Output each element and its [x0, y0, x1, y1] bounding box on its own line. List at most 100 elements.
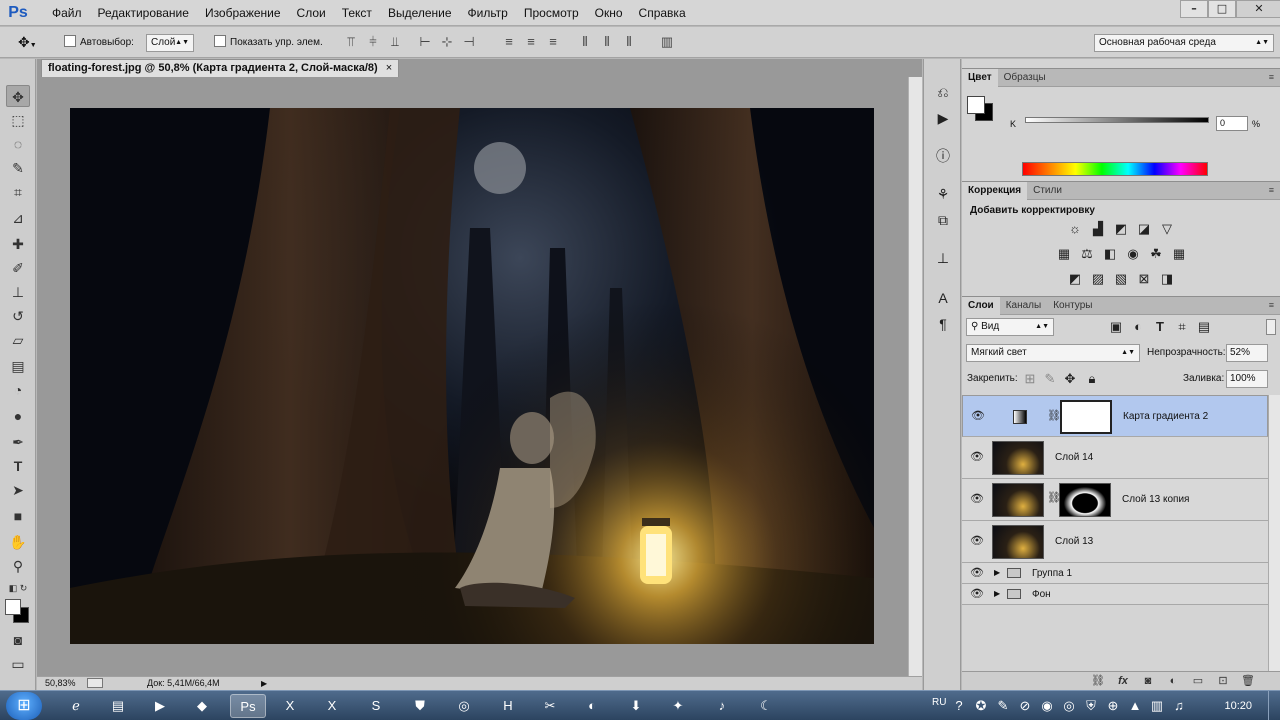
- photoshop-taskbar-icon[interactable]: Ps: [230, 694, 266, 718]
- tab-swatches[interactable]: Образцы: [998, 69, 1052, 87]
- vertical-scrollbar[interactable]: [908, 77, 922, 684]
- filter-shape-icon[interactable]: ⌗: [1174, 319, 1190, 335]
- tray-icon-7[interactable]: ⊕: [1104, 694, 1122, 718]
- tray-icon-1[interactable]: ✪: [972, 694, 990, 718]
- brush-presets-icon[interactable]: ⚘: [931, 183, 955, 205]
- exposure-icon[interactable]: ◪: [1136, 221, 1152, 237]
- skype-icon[interactable]: S: [358, 694, 394, 718]
- maximize-button[interactable]: □: [1208, 0, 1236, 18]
- chrome-icon[interactable]: ◎: [446, 694, 482, 718]
- layer-row-group-1[interactable]: 👁︎ ▶ Группа 1: [962, 563, 1268, 584]
- tab-layers[interactable]: Слои: [962, 297, 1000, 315]
- status-preview-icon[interactable]: [87, 678, 103, 688]
- actions-panel-icon[interactable]: ▶: [931, 107, 955, 129]
- quick-selection-tool-icon[interactable]: ✎: [6, 157, 30, 179]
- tab-paths[interactable]: Контуры: [1047, 297, 1098, 315]
- media-player-icon[interactable]: ▶: [142, 694, 178, 718]
- distribute-right-icon[interactable]: ⦀: [622, 35, 636, 49]
- layer-row-background[interactable]: 👁︎ ▶ Фон: [962, 584, 1268, 605]
- adjustments-panel-menu-icon[interactable]: ≡: [1269, 185, 1274, 195]
- filter-pixel-icon[interactable]: ▣: [1108, 319, 1124, 335]
- threshold-icon[interactable]: ▧: [1113, 271, 1129, 287]
- zoom-tool-icon[interactable]: ⚲: [6, 555, 30, 577]
- zoom-level[interactable]: 50,83%: [45, 677, 76, 690]
- pen-tool-icon[interactable]: ✒: [6, 431, 30, 453]
- group-expand-icon[interactable]: ▶: [994, 568, 1000, 577]
- lock-position-icon[interactable]: ✥: [1062, 371, 1078, 387]
- start-button[interactable]: ⊞: [6, 692, 42, 720]
- menu-filter[interactable]: Фильтр: [460, 0, 516, 26]
- lock-all-icon[interactable]: 🔒︎: [1084, 371, 1100, 387]
- align-vcenter-icon[interactable]: ⫩: [366, 35, 380, 49]
- history-brush-tool-icon[interactable]: ↺: [6, 305, 30, 327]
- mask-link-icon[interactable]: ⛓: [1047, 408, 1061, 424]
- eraser-tool-icon[interactable]: ▱: [6, 329, 30, 351]
- healing-brush-tool-icon[interactable]: ✚: [6, 233, 30, 255]
- delete-layer-icon[interactable]: 🗑︎: [1240, 674, 1256, 688]
- default-colors-icon[interactable]: ◧ ↻: [6, 577, 30, 599]
- lock-pixels-icon[interactable]: ✎: [1042, 371, 1058, 387]
- color-panel-menu-icon[interactable]: ≡: [1269, 72, 1274, 82]
- blend-mode-dropdown[interactable]: Мягкий свет ▲▼: [966, 344, 1140, 362]
- marquee-tool-icon[interactable]: ⬚: [6, 109, 30, 131]
- menu-select[interactable]: Выделение: [380, 0, 460, 26]
- tray-icon-5[interactable]: ◎: [1060, 694, 1078, 718]
- brush-tool-icon[interactable]: ✐: [6, 257, 30, 279]
- audio-app-icon[interactable]: ♪: [704, 694, 740, 718]
- download-manager-icon[interactable]: ⬇: [618, 694, 654, 718]
- align-bottom-icon[interactable]: ⫫: [388, 35, 402, 49]
- menu-file[interactable]: Файл: [44, 0, 90, 26]
- distribute-vcenter-icon[interactable]: ≡: [524, 35, 538, 49]
- show-desktop-button[interactable]: [1268, 691, 1280, 720]
- distribute-bottom-icon[interactable]: ≡: [546, 35, 560, 49]
- new-layer-icon[interactable]: ⊡: [1215, 674, 1231, 688]
- autoselect-checkbox[interactable]: [64, 35, 76, 47]
- black-white-icon[interactable]: ◧: [1102, 246, 1118, 262]
- explorer-folder-icon[interactable]: ▤: [100, 694, 136, 718]
- layer-row-layer-14[interactable]: 👁︎ Слой 14: [962, 437, 1268, 479]
- hue-saturation-icon[interactable]: ▦: [1056, 246, 1072, 262]
- shape-tool-icon[interactable]: ■: [6, 505, 30, 527]
- document-tab-close-icon[interactable]: ×: [386, 62, 392, 74]
- security-app-icon[interactable]: ⛊: [402, 694, 438, 718]
- language-indicator[interactable]: RU: [932, 697, 946, 708]
- lasso-tool-icon[interactable]: ◌: [6, 133, 30, 155]
- curves-icon[interactable]: ◩: [1113, 221, 1129, 237]
- layer-style-icon[interactable]: fx: [1115, 674, 1131, 688]
- tab-styles[interactable]: Стили: [1027, 182, 1068, 200]
- menu-layers[interactable]: Слои: [289, 0, 334, 26]
- align-right-icon[interactable]: ⊣: [462, 35, 476, 49]
- tool-app-icon[interactable]: ✂: [532, 694, 568, 718]
- new-group-icon[interactable]: ▭: [1190, 674, 1206, 688]
- layer-visibility-eye-icon[interactable]: 👁︎: [971, 410, 985, 422]
- filter-type-icon[interactable]: T: [1152, 319, 1168, 335]
- info-panel-icon[interactable]: ⓘ: [931, 145, 955, 167]
- new-adjustment-layer-icon[interactable]: ◐: [1165, 674, 1181, 688]
- history-panel-icon[interactable]: ⎌: [931, 81, 955, 103]
- tray-icon-8[interactable]: ▲: [1126, 694, 1144, 718]
- color-panel-foreground-swatch[interactable]: [967, 96, 985, 114]
- menu-edit[interactable]: Редактирование: [90, 0, 197, 26]
- group-expand-icon[interactable]: ▶: [994, 589, 1000, 598]
- layers-scrollbar[interactable]: [1268, 395, 1280, 671]
- gradient-tool-icon[interactable]: ▤: [6, 355, 30, 377]
- distribute-hcenter-icon[interactable]: ⦀: [600, 35, 614, 49]
- color-balance-icon[interactable]: ⚖: [1079, 246, 1095, 262]
- menu-image[interactable]: Изображение: [197, 0, 289, 26]
- document-tab[interactable]: floating-forest.jpg @ 50,8% (Карта гради…: [41, 59, 400, 77]
- close-button[interactable]: ✕: [1236, 0, 1280, 18]
- volume-tray-icon[interactable]: ♫: [1170, 694, 1188, 718]
- help-tray-icon[interactable]: ?: [950, 694, 968, 718]
- dodge-tool-icon[interactable]: ●: [6, 405, 30, 427]
- k-channel-slider[interactable]: [1025, 117, 1209, 123]
- menu-window[interactable]: Окно: [587, 0, 631, 26]
- spreadsheet-icon[interactable]: X: [314, 694, 350, 718]
- hand-tool-icon[interactable]: ✋: [6, 531, 30, 553]
- move-tool-icon[interactable]: ✥▼: [18, 34, 37, 51]
- layer-visibility-eye-icon[interactable]: 👁︎: [970, 451, 984, 463]
- tray-icon-2[interactable]: ✎: [994, 694, 1012, 718]
- video-app-icon[interactable]: ◆: [184, 694, 220, 718]
- menu-view[interactable]: Просмотр: [516, 0, 587, 26]
- eyedropper-tool-icon[interactable]: ⊿: [6, 207, 30, 229]
- hotkey-app-icon[interactable]: H: [490, 694, 526, 718]
